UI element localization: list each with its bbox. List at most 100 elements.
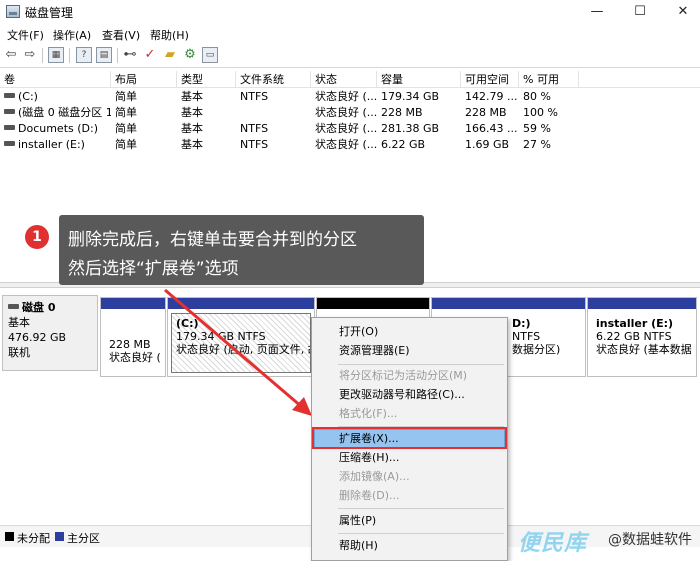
capacity-cell: 6.22 GB [381, 138, 426, 151]
column-header-filesystem[interactable]: 文件系统 [236, 71, 311, 88]
capacity-cell: 281.38 GB [381, 122, 440, 135]
partition-name: D:) [512, 317, 531, 330]
unallocated-swatch [5, 532, 14, 541]
column-header-capacity[interactable]: 容量 [377, 71, 461, 88]
menu-separator [338, 364, 504, 365]
menu-item-delete-volume[interactable]: 删除卷(D)... [314, 486, 505, 505]
partition-body: (C:) 179.34 GB NTFS 状态良好 (启动, 页面文件, 故障 [171, 313, 311, 373]
column-header-volume[interactable]: 卷 [0, 71, 111, 88]
volume-cell: (磁盘 0 磁盘分区 1) [0, 105, 111, 121]
table-row[interactable]: (磁盘 0 磁盘分区 1) 简单 基本 状态良好 (... 228 MB 228… [0, 105, 700, 121]
menu-separator [338, 533, 504, 534]
view-icon[interactable]: ▭ [202, 47, 218, 63]
volume-cell: (C:) [0, 89, 111, 105]
callout-line-1: 删除完成后，右键单击要合并到的分区 [68, 230, 357, 250]
disk-name: 磁盘 0 [22, 301, 56, 314]
column-header-percent-free[interactable]: % 可用 [519, 71, 579, 88]
capacity-cell: 228 MB [381, 106, 423, 119]
percent-free-cell: 27 % [523, 138, 551, 151]
minimize-button[interactable]: — [574, 0, 620, 24]
volume-name: Documets (D:) [18, 122, 99, 135]
partition-header-bar [317, 298, 429, 309]
partition-status: 状态良好 (基本数据分 [596, 343, 693, 356]
maximize-button[interactable]: ☐ [617, 0, 663, 24]
menu-item-open[interactable]: 打开(O) [314, 322, 505, 341]
instruction-callout: 删除完成后，右键单击要合并到的分区 然后选择“扩展卷”选项 [59, 215, 424, 285]
menu-separator [338, 508, 504, 509]
menu-action[interactable]: 操作(A) [53, 27, 91, 43]
back-arrow-icon[interactable]: ⇦ [3, 47, 19, 63]
partition-header-bar [101, 298, 165, 309]
menu-item-format[interactable]: 格式化(F)... [314, 404, 505, 423]
check-icon[interactable]: ✓ [142, 47, 158, 63]
capacity-cell: 179.34 GB [381, 90, 440, 103]
partition-efi[interactable]: 228 MB 状态良好 (E [100, 297, 166, 377]
toolbar-separator [42, 48, 43, 63]
free-space-cell: 166.43 ... [465, 122, 518, 135]
legend-primary: 主分区 [67, 532, 100, 545]
table-row[interactable]: Documets (D:) 简单 基本 NTFS 状态良好 (... 281.3… [0, 121, 700, 137]
filesystem-cell: NTFS [240, 138, 269, 151]
menu-item-properties[interactable]: 属性(P) [314, 511, 505, 530]
partition-name: installer (E:) [596, 317, 674, 330]
partition-size: 179.34 GB NTFS [176, 330, 266, 343]
percent-free-cell: 59 % [523, 122, 551, 135]
partition-e[interactable]: installer (E:) 6.22 GB NTFS 状态良好 (基本数据分 [587, 297, 697, 377]
menu-item-shrink-volume[interactable]: 压缩卷(H)... [314, 448, 505, 467]
free-space-cell: 1.69 GB [465, 138, 510, 151]
filesystem-cell: NTFS [240, 90, 269, 103]
volume-cell: Documets (D:) [0, 121, 111, 137]
column-header-layout[interactable]: 布局 [111, 71, 177, 88]
drive-icon [4, 141, 15, 146]
column-header-free-space[interactable]: 可用空间 [461, 71, 519, 88]
folder-icon[interactable]: ▰ [162, 47, 178, 63]
status-cell: 状态良好 (... [315, 106, 377, 119]
menu-item-change-drive-letter[interactable]: 更改驱动器号和路径(C)... [314, 385, 505, 404]
watermark-text: @数据蛙软件 [608, 532, 692, 548]
table-row[interactable]: installer (E:) 简单 基本 NTFS 状态良好 (... 6.22… [0, 137, 700, 153]
menu-item-mark-active[interactable]: 将分区标记为活动分区(M) [314, 366, 505, 385]
layout-cell: 简单 [115, 122, 137, 135]
partition-body: installer (E:) 6.22 GB NTFS 状态良好 (基本数据分 [591, 313, 693, 373]
menu-item-explorer[interactable]: 资源管理器(E) [314, 341, 505, 360]
help-icon[interactable]: ? [76, 47, 92, 63]
menu-file[interactable]: 文件(F) [7, 27, 44, 43]
close-button[interactable]: ✕ [660, 0, 700, 24]
disk-size: 476.92 GB [8, 331, 67, 344]
callout-line-2: 然后选择“扩展卷”选项 [68, 259, 239, 279]
properties-list-icon[interactable]: ▤ [96, 47, 112, 63]
partition-size: NTFS [512, 330, 541, 343]
filesystem-cell: NTFS [240, 122, 269, 135]
connect-icon[interactable]: ⊷ [122, 47, 138, 63]
volume-list-header: 卷 布局 类型 文件系统 状态 容量 可用空间 % 可用 [0, 71, 700, 88]
percent-free-cell: 80 % [523, 90, 551, 103]
layout-cell: 简单 [115, 90, 137, 103]
filesystem-cell [236, 105, 311, 121]
drive-icon [4, 109, 15, 114]
disk-0-label[interactable]: 磁盘 0 基本 476.92 GB 联机 [2, 295, 98, 371]
menu-item-add-mirror[interactable]: 添加镜像(A)... [314, 467, 505, 486]
free-space-cell: 228 MB [465, 106, 507, 119]
disk-icon [8, 304, 19, 309]
partition-size: 6.22 GB NTFS [596, 330, 672, 343]
toolbar-separator [117, 48, 118, 63]
column-header-status[interactable]: 状态 [311, 71, 377, 88]
menu-view[interactable]: 查看(V) [102, 27, 140, 43]
table-row[interactable]: (C:) 简单 基本 NTFS 状态良好 (... 179.34 GB 142.… [0, 89, 700, 105]
title-bar: 磁盘管理 — ☐ ✕ [0, 0, 700, 24]
layout-cell: 简单 [115, 138, 137, 151]
menu-bar: 文件(F) 操作(A) 查看(V) 帮助(H) [0, 24, 700, 44]
menu-help[interactable]: 帮助(H) [150, 27, 189, 43]
partition-name: (C:) [176, 317, 199, 330]
settings-icon[interactable]: ⚙ [182, 47, 198, 63]
properties-icon[interactable]: ▦ [48, 47, 64, 63]
menu-item-help[interactable]: 帮助(H) [314, 536, 505, 555]
toolbar: ⇦ ⇨ ▦ ? ▤ ⊷ ✓ ▰ ⚙ ▭ [0, 44, 700, 68]
forward-arrow-icon[interactable]: ⇨ [22, 47, 38, 63]
legend-unallocated: 未分配 [17, 532, 50, 545]
column-header-type[interactable]: 类型 [177, 71, 236, 88]
partition-status: 数据分区) [512, 343, 561, 356]
primary-partition-swatch [55, 532, 64, 541]
partition-c[interactable]: (C:) 179.34 GB NTFS 状态良好 (启动, 页面文件, 故障 [167, 297, 315, 377]
status-cell: 状态良好 (... [315, 122, 377, 135]
